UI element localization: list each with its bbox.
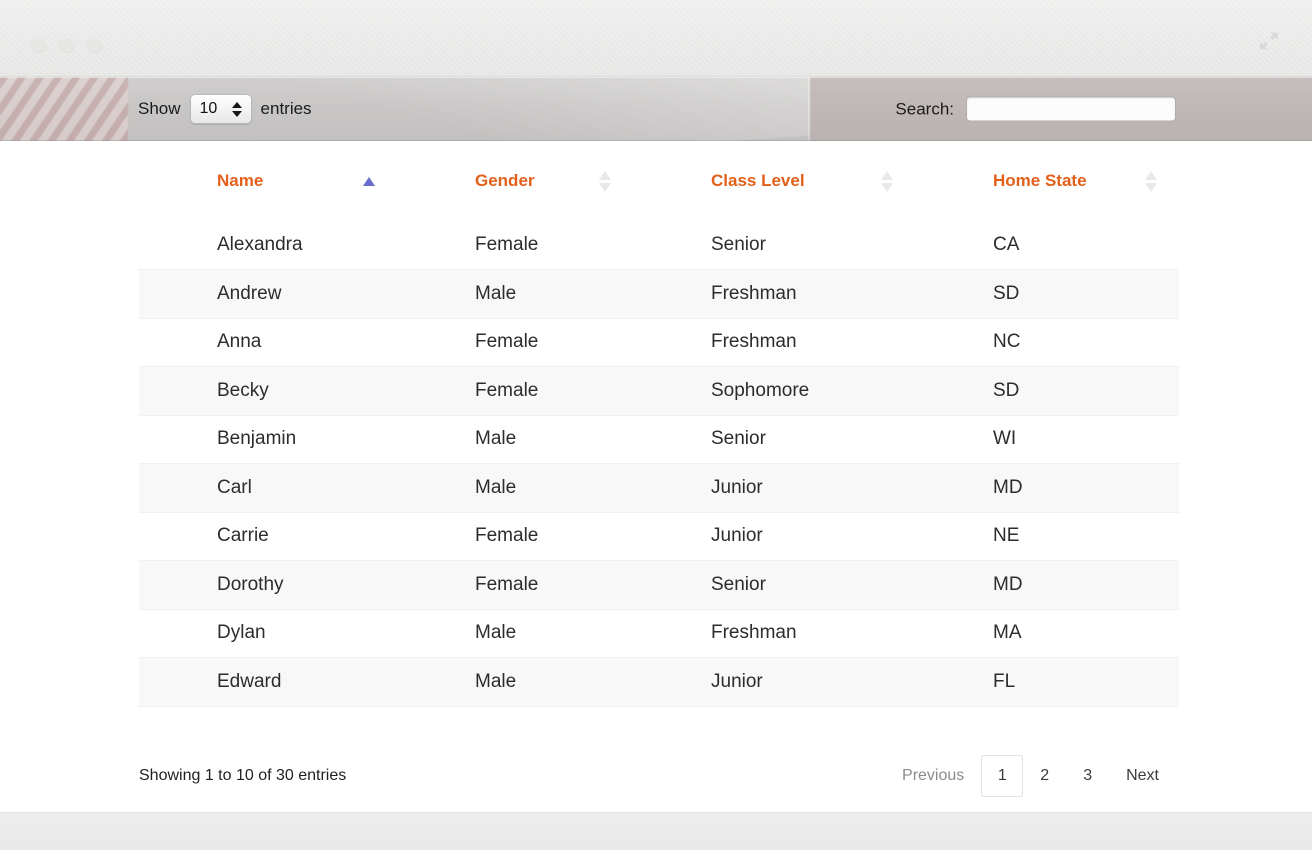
sort-both-icon[interactable]	[1145, 170, 1157, 192]
cell-gender: Female	[397, 366, 633, 415]
sort-both-icon[interactable]	[599, 170, 611, 192]
toolbar-top-highlight	[0, 77, 1312, 78]
pagination-page-2[interactable]: 2	[1023, 755, 1066, 797]
table-row[interactable]: Carl Male Junior MD	[139, 463, 1179, 512]
cell-class-level: Sophomore	[633, 366, 915, 415]
cell-name: Dylan	[139, 608, 397, 658]
cell-class-level: Freshman	[633, 317, 915, 367]
window-title-bar	[0, 0, 1312, 77]
cell-name: Andrew	[139, 269, 397, 318]
show-label: Show	[138, 99, 181, 118]
cell-class-level: Junior	[633, 463, 915, 512]
datatable-footer: Showing 1 to 10 of 30 entries Previous 1…	[0, 731, 1312, 821]
cell-class-level: Senior	[633, 221, 915, 270]
search-input[interactable]	[966, 96, 1176, 122]
table-row[interactable]: Becky Female Sophomore SD	[139, 366, 1179, 415]
table-row[interactable]: Andrew Male Freshman SD	[139, 269, 1179, 318]
cell-class-level: Freshman	[633, 608, 915, 658]
column-header-name-label: Name	[217, 171, 264, 190]
cell-home-state: MD	[915, 560, 1179, 609]
students-table: Name Gender Class Level Home State Alexa…	[139, 141, 1179, 707]
search-control: Search:	[895, 96, 1176, 122]
table-row[interactable]: Dylan Male Freshman MA	[139, 608, 1179, 658]
maximize-button[interactable]	[86, 36, 103, 53]
table-row[interactable]: Anna Female Freshman NC	[139, 317, 1179, 367]
column-header-gender[interactable]: Gender	[397, 141, 633, 221]
datatable-toolbar: Show 10 entries Search:	[0, 77, 1312, 141]
cell-gender: Male	[397, 269, 633, 318]
close-button[interactable]	[30, 36, 47, 53]
datatable-content: Name Gender Class Level Home State Alexa…	[0, 141, 1312, 812]
cell-home-state: NE	[915, 511, 1179, 561]
entries-label: entries	[260, 99, 312, 118]
entries-info: Showing 1 to 10 of 30 entries	[139, 767, 347, 784]
table-row[interactable]: Carrie Female Junior NE	[139, 511, 1179, 561]
column-header-home-state-label: Home State	[993, 171, 1087, 190]
sort-asc-icon[interactable]	[363, 175, 375, 187]
cell-gender: Male	[397, 608, 633, 658]
cell-gender: Male	[397, 463, 633, 512]
table-row[interactable]: Dorothy Female Senior MD	[139, 560, 1179, 609]
page-length-value: 10	[199, 100, 218, 117]
table-header: Name Gender Class Level Home State	[139, 141, 1179, 221]
column-header-class-level-label: Class Level	[711, 171, 805, 190]
pagination: Previous 1 2 3 Next	[885, 755, 1176, 797]
cell-home-state: MD	[915, 463, 1179, 512]
resize-diagonal-icon[interactable]	[1256, 28, 1282, 54]
cell-name: Becky	[139, 366, 397, 415]
cell-gender: Female	[397, 317, 633, 367]
table-body: Alexandra Female Senior CA Andrew Male F…	[139, 221, 1179, 707]
cell-name: Carl	[139, 463, 397, 512]
cell-gender: Male	[397, 657, 633, 707]
cell-name: Alexandra	[139, 221, 397, 270]
cell-home-state: NC	[915, 317, 1179, 367]
pagination-page-3[interactable]: 3	[1066, 755, 1109, 797]
pagination-previous[interactable]: Previous	[885, 755, 981, 797]
table-row[interactable]: Alexandra Female Senior CA	[139, 221, 1179, 270]
toolbar-background-left	[0, 77, 810, 141]
stepper-icon[interactable]	[231, 101, 242, 117]
column-header-gender-label: Gender	[475, 171, 535, 190]
pagination-page-1[interactable]: 1	[981, 755, 1024, 797]
cell-name: Benjamin	[139, 414, 397, 464]
column-header-name[interactable]: Name	[139, 141, 397, 221]
toolbar-seam	[808, 77, 811, 141]
cell-gender: Female	[397, 560, 633, 609]
cell-home-state: CA	[915, 221, 1179, 270]
cell-gender: Female	[397, 221, 633, 270]
cell-name: Anna	[139, 317, 397, 367]
cell-home-state: MA	[915, 608, 1179, 658]
cell-home-state: FL	[915, 657, 1179, 707]
cell-class-level: Freshman	[633, 269, 915, 318]
column-header-home-state[interactable]: Home State	[915, 141, 1179, 221]
window-controls	[30, 36, 103, 53]
stepper-up-icon[interactable]	[231, 101, 242, 108]
window-bottom-strip	[0, 812, 1312, 850]
minimize-button[interactable]	[58, 36, 75, 53]
table-row[interactable]: Benjamin Male Senior WI	[139, 414, 1179, 464]
stepper-down-icon[interactable]	[231, 110, 242, 117]
search-label: Search:	[895, 99, 954, 118]
cell-class-level: Senior	[633, 414, 915, 464]
cell-home-state: SD	[915, 269, 1179, 318]
cell-home-state: SD	[915, 366, 1179, 415]
cell-name: Edward	[139, 657, 397, 707]
cell-class-level: Junior	[633, 657, 915, 707]
cell-gender: Male	[397, 414, 633, 464]
pagination-next[interactable]: Next	[1109, 755, 1176, 797]
app-window: Show 10 entries Search: Name Gender Clas…	[0, 0, 1312, 850]
table-row[interactable]: Edward Male Junior FL	[139, 657, 1179, 707]
cell-name: Carrie	[139, 511, 397, 561]
cell-home-state: WI	[915, 414, 1179, 464]
cell-class-level: Junior	[633, 511, 915, 561]
table-header-row: Name Gender Class Level Home State	[139, 141, 1179, 221]
page-length-control: Show 10 entries	[138, 94, 312, 124]
sort-both-icon[interactable]	[881, 170, 893, 192]
column-header-class-level[interactable]: Class Level	[633, 141, 915, 221]
cell-class-level: Senior	[633, 560, 915, 609]
page-length-select[interactable]: 10	[189, 94, 252, 124]
cell-gender: Female	[397, 511, 633, 561]
cell-name: Dorothy	[139, 560, 397, 609]
